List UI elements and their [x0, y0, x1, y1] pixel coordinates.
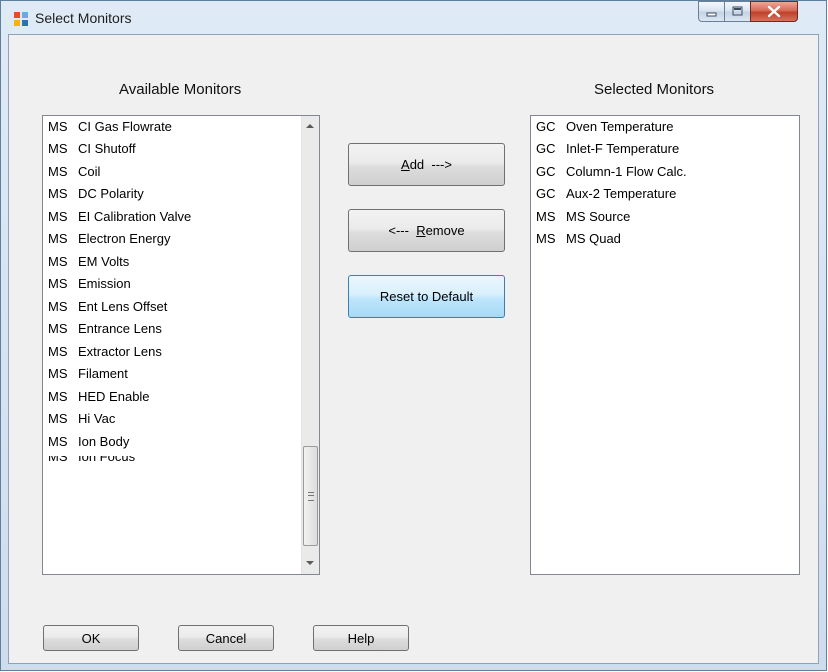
remove-mnemonic: R — [416, 223, 426, 238]
add-mnemonic: A — [401, 157, 410, 172]
ok-label: OK — [81, 630, 101, 646]
list-item[interactable]: MS DC Polarity — [48, 183, 144, 205]
list-item[interactable]: MS Electron Energy — [48, 228, 171, 250]
remove-button-label: <--- Remove — [388, 223, 464, 238]
list-item[interactable]: MS Extractor Lens — [48, 341, 162, 363]
list-item[interactable]: MS Ent Lens Offset — [48, 296, 167, 318]
list-item[interactable]: MS Ion Body — [48, 431, 129, 453]
scroll-up-arrow-icon[interactable] — [306, 124, 314, 128]
list-item-partial[interactable]: MS Ion Focus — [48, 456, 135, 470]
selected-monitors-list[interactable]: GC Oven Temperature GC Inlet-F Temperature… — [530, 115, 800, 575]
ok-button[interactable]: OK — [43, 625, 139, 651]
help-button[interactable]: Help — [313, 625, 409, 651]
list-item[interactable]: MS EM Volts — [48, 251, 129, 273]
title-bar[interactable]: Select Monitors — [1, 1, 826, 35]
list-item[interactable]: MS Filament — [48, 363, 128, 385]
selected-monitors-label: Selected Monitors — [594, 81, 715, 98]
reset-label: Reset to Default — [379, 289, 474, 304]
add-button[interactable]: Add ---> — [348, 143, 505, 186]
add-rest: dd ---> — [409, 157, 452, 172]
minimize-icon — [706, 12, 717, 17]
list-item[interactable]: MS CI Gas Flowrate — [48, 116, 172, 138]
list-item[interactable]: GC Inlet-F Temperature — [536, 138, 679, 160]
close-icon — [767, 5, 781, 18]
maximize-icon — [732, 6, 743, 16]
list-item[interactable]: MS Coil — [48, 161, 100, 183]
list-item[interactable]: MS Emission — [48, 273, 131, 295]
help-label: Help — [347, 630, 375, 646]
remove-rest: emove — [425, 223, 465, 238]
available-list-scrollbar[interactable] — [301, 116, 319, 574]
dialog-window: Select Monitors Available Monitors Selec… — [0, 0, 827, 671]
scroll-down-arrow-icon[interactable] — [306, 561, 314, 565]
remove-prefix: <--- — [388, 223, 417, 238]
list-item[interactable]: GC Oven Temperature — [536, 116, 673, 138]
grip-icon — [308, 492, 314, 501]
maximize-button[interactable] — [724, 1, 751, 22]
window-title: Select Monitors — [35, 10, 132, 26]
list-item[interactable]: MS EI Calibration Valve — [48, 206, 191, 228]
list-item[interactable]: GC Aux-2 Temperature — [536, 183, 676, 205]
list-item[interactable]: MS CI Shutoff — [48, 138, 136, 160]
minimize-button[interactable] — [698, 1, 725, 22]
close-button[interactable] — [750, 1, 798, 22]
cancel-button[interactable]: Cancel — [178, 625, 274, 651]
dialog-client-area: Available Monitors Selected Monitors MS C… — [8, 34, 819, 664]
list-item[interactable]: GC Column-1 Flow Calc. — [536, 161, 687, 183]
list-item[interactable]: MS HED Enable — [48, 386, 150, 408]
list-item[interactable]: MS Entrance Lens — [48, 318, 162, 340]
available-monitors-list[interactable]: MS CI Gas Flowrate MS CI Shutoff MS Coil MS… — [42, 115, 320, 575]
app-icon — [14, 12, 28, 26]
reset-to-default-button[interactable]: Reset to Default — [348, 275, 505, 318]
available-monitors-label: Available Monitors — [119, 81, 242, 98]
remove-button[interactable]: <--- Remove — [348, 209, 505, 252]
scroll-thumb[interactable] — [303, 446, 318, 546]
list-item[interactable]: MS MS Source — [536, 206, 630, 228]
add-button-label: Add ---> — [401, 157, 452, 172]
cancel-label: Cancel — [205, 630, 247, 646]
list-item[interactable]: MS Hi Vac — [48, 408, 115, 430]
list-item[interactable]: MS MS Quad — [536, 228, 621, 250]
